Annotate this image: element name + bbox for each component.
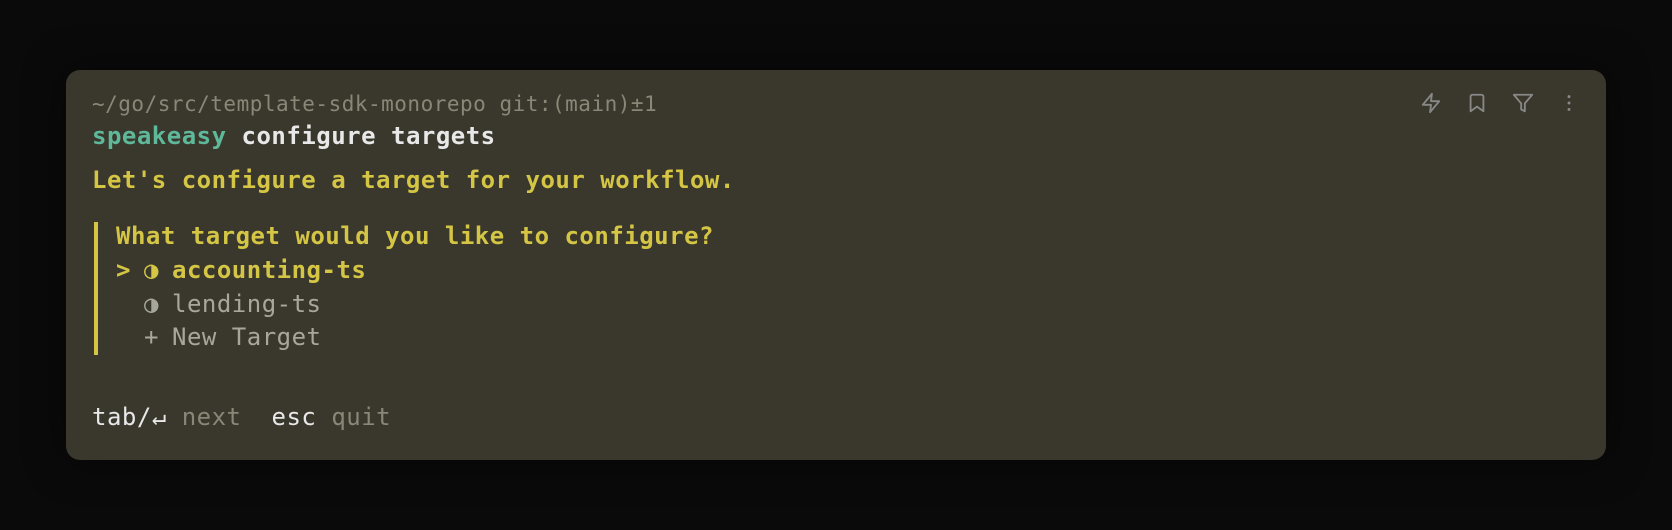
tag-icon: ◑: [144, 288, 172, 322]
option-accounting-ts[interactable]: >◑accounting-ts: [116, 254, 1580, 288]
more-icon[interactable]: [1558, 92, 1580, 114]
bolt-icon[interactable]: [1420, 92, 1442, 114]
option-lending-ts[interactable]: ◑lending-ts: [116, 288, 1580, 322]
intro-text: Let's configure a target for your workfl…: [92, 166, 1580, 194]
prompt-question: What target would you like to configure?: [116, 222, 1580, 250]
cursor-marker: >: [116, 254, 144, 288]
option-label: New Target: [172, 321, 322, 355]
footer-hints: tab/↵ next esc quit: [92, 403, 1580, 431]
key-hint-tab: tab/↵: [92, 403, 167, 431]
action-hint-next: next: [182, 403, 242, 431]
terminal-panel: ~/go/src/template-sdk-monorepo git:(main…: [66, 70, 1606, 460]
prompt-path: ~/go/src/template-sdk-monorepo git:(main…: [92, 92, 1580, 116]
option-label: lending-ts: [172, 288, 322, 322]
git-status: git:(main)±1: [486, 92, 657, 116]
command-args: configure targets: [227, 122, 496, 150]
option-new-target[interactable]: +New Target: [116, 321, 1580, 355]
action-hint-quit: quit: [331, 403, 391, 431]
bookmark-icon[interactable]: [1466, 92, 1488, 114]
key-hint-esc: esc: [272, 403, 317, 431]
option-label: accounting-ts: [172, 254, 366, 288]
terminal-toolbar: [1420, 92, 1580, 114]
filter-icon[interactable]: [1512, 92, 1534, 114]
cwd: ~/go/src/template-sdk-monorepo: [92, 92, 486, 116]
plus-icon: +: [144, 321, 172, 355]
prompt-block: What target would you like to configure?…: [94, 222, 1580, 355]
tag-icon: ◑: [144, 254, 172, 288]
command-line: speakeasy configure targets: [92, 122, 1580, 150]
command-name: speakeasy: [92, 122, 227, 150]
